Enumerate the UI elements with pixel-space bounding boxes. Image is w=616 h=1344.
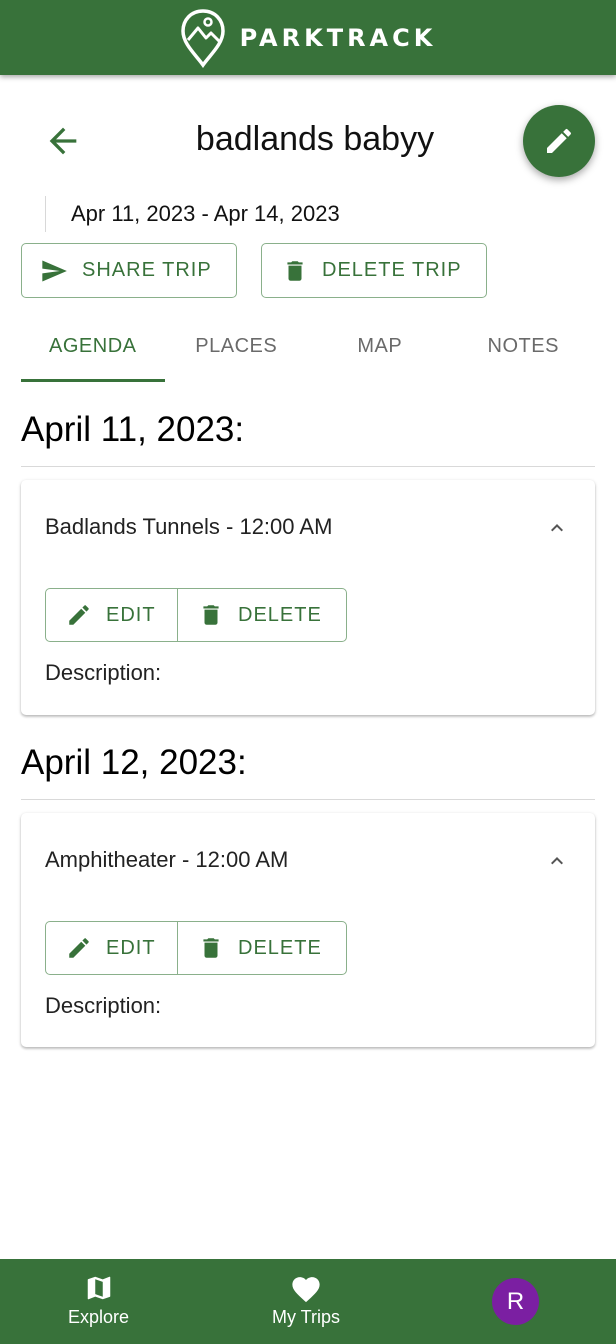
- agenda-item-title: Amphitheater - 12:00 AM: [45, 847, 289, 872]
- delete-item-button[interactable]: DELETE: [178, 589, 346, 641]
- delete-trip-label: DELETE TRIP: [322, 259, 462, 281]
- edit-item-button[interactable]: EDIT: [46, 922, 178, 974]
- tab-notes[interactable]: NOTES: [452, 320, 596, 382]
- divider: [21, 466, 595, 467]
- app-header: PARKTRACK: [0, 0, 616, 75]
- map-icon: [87, 1276, 110, 1300]
- agenda-item-actions: EDIT DELETE: [45, 588, 347, 642]
- delete-label: DELETE: [238, 603, 322, 626]
- brand[interactable]: PARKTRACK: [180, 8, 437, 68]
- edit-label: EDIT: [106, 936, 156, 959]
- pencil-icon: [69, 605, 89, 625]
- share-trip-label: SHARE TRIP: [82, 259, 212, 281]
- back-button[interactable]: [40, 118, 86, 164]
- map-pin-mountain-icon: [180, 8, 225, 68]
- heart-icon: [292, 1277, 320, 1303]
- tab-map[interactable]: MAP: [308, 320, 452, 382]
- tab-places[interactable]: PLACES: [165, 320, 309, 382]
- day-heading: April 12, 2023:: [21, 743, 247, 782]
- trash-icon: [287, 260, 303, 281]
- agenda-item-actions: EDIT DELETE: [45, 921, 347, 975]
- trash-icon: [203, 605, 219, 625]
- delete-trip-button[interactable]: DELETE TRIP: [261, 243, 487, 298]
- agenda-item-card: Amphitheater - 12:00 AM EDIT DELETE Desc…: [21, 813, 595, 1047]
- description-label: Description:: [45, 993, 162, 1018]
- trip-date-range: Apr 11, 2023 - Apr 14, 2023: [45, 196, 340, 232]
- tab-agenda[interactable]: AGENDA: [21, 320, 165, 382]
- bottom-navigation: Explore My Trips R: [0, 1259, 616, 1344]
- nav-my-trips[interactable]: My Trips: [272, 1273, 340, 1328]
- chevron-up-icon[interactable]: [545, 849, 569, 873]
- agenda-item-card: Badlands Tunnels - 12:00 AM EDIT DELETE …: [21, 480, 595, 715]
- divider: [21, 799, 595, 800]
- nav-explore-label: Explore: [68, 1307, 130, 1327]
- nav-explore[interactable]: Explore: [68, 1273, 129, 1328]
- agenda-item-title: Badlands Tunnels - 12:00 AM: [45, 514, 333, 539]
- pencil-icon: [547, 128, 572, 153]
- arrow-left-icon: [49, 127, 77, 155]
- description-label: Description:: [45, 660, 162, 685]
- delete-item-button[interactable]: DELETE: [178, 922, 346, 974]
- edit-label: EDIT: [106, 603, 156, 626]
- chevron-up-icon[interactable]: [545, 516, 569, 540]
- share-trip-button[interactable]: SHARE TRIP: [21, 243, 237, 298]
- edit-item-button[interactable]: EDIT: [46, 589, 178, 641]
- trip-title: badlands babyy: [195, 120, 435, 158]
- brand-name: PARKTRACK: [239, 23, 437, 52]
- nav-my-trips-label: My Trips: [272, 1307, 341, 1327]
- day-heading: April 11, 2023:: [21, 410, 245, 449]
- pencil-icon: [69, 938, 89, 958]
- avatar[interactable]: R: [492, 1278, 539, 1325]
- send-icon: [42, 260, 67, 281]
- trip-tabs: AGENDA PLACES MAP NOTES: [21, 320, 595, 382]
- delete-label: DELETE: [238, 936, 322, 959]
- edit-trip-fab[interactable]: [523, 105, 595, 177]
- trash-icon: [203, 938, 219, 958]
